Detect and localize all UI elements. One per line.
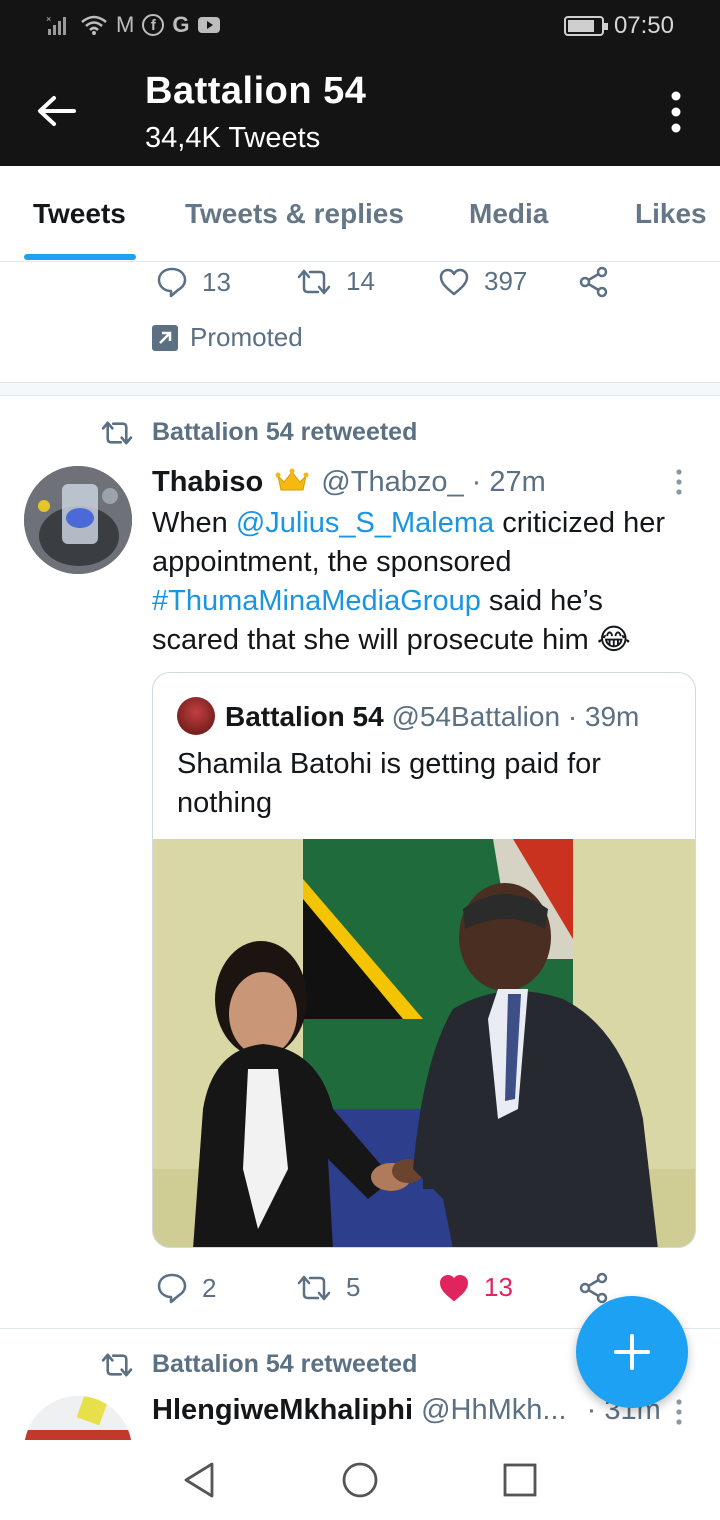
promoted-label: Promoted <box>152 322 303 353</box>
retweeted-by-text: Battalion 54 retweeted <box>152 418 418 446</box>
plus-icon <box>614 1334 650 1370</box>
like-count: 13 <box>484 1272 513 1302</box>
signal-icon: × <box>46 14 66 35</box>
tweet-time: · 27m <box>471 466 546 498</box>
promoted-text: Promoted <box>190 322 303 352</box>
quoted-avatar <box>177 697 215 735</box>
retweet-icon <box>297 1275 331 1300</box>
hashtag-link[interactable]: #ThumaMinaMediaGroup <box>152 585 481 617</box>
display-name[interactable]: Thabiso <box>152 466 263 498</box>
battery-icon <box>563 16 608 36</box>
retweet-indicator-icon <box>101 420 133 445</box>
tweet-text: When @Julius_S_Malema criticized her app… <box>152 504 697 660</box>
profile-tabs: Tweets Tweets & replies Media Likes <box>0 166 720 262</box>
gmail-icon: M <box>116 12 135 37</box>
active-tab-indicator <box>24 254 136 260</box>
quoted-tweet-text: Shamila Batohi is getting paid for nothi… <box>177 748 601 819</box>
retweet-count: 14 <box>346 266 375 296</box>
like-count: 397 <box>484 266 528 296</box>
tweet-separator <box>0 382 720 396</box>
nav-home-icon[interactable] <box>340 1460 380 1500</box>
share-button[interactable] <box>578 1272 610 1304</box>
share-icon <box>579 1272 608 1304</box>
retweeted-by-line: Battalion 54 retweeted <box>100 418 417 447</box>
wifi-icon <box>81 15 107 35</box>
nav-recents-icon[interactable] <box>500 1460 540 1500</box>
retweeted-by-line: Battalion 54 retweeted <box>100 1350 417 1379</box>
reply-button[interactable]: 2 <box>156 1272 216 1304</box>
retweet-icon <box>297 269 331 294</box>
nav-back-icon[interactable] <box>180 1460 220 1500</box>
tweet-menu-icon[interactable] <box>674 468 684 496</box>
tweet-header: HlengiweMkhaliphi @HhMkh... · 31m <box>152 1394 661 1427</box>
reply-count: 13 <box>202 266 231 297</box>
retweet-button[interactable]: 14 <box>296 266 375 297</box>
like-button[interactable]: 13 <box>438 1272 513 1303</box>
reply-button[interactable]: 13 <box>156 266 231 298</box>
reply-icon <box>157 1273 187 1304</box>
quoted-tweet[interactable]: Battalion 54 @54Battalion · 39m Shamila … <box>152 672 696 1248</box>
status-icons-right: 07:50 <box>563 12 674 40</box>
status-time: 07:50 <box>613 12 674 39</box>
google-icon: G <box>172 12 190 37</box>
quoted-handle: @54Battalion <box>391 701 561 732</box>
quoted-tweet-photo[interactable] <box>153 839 696 1248</box>
tab-tweets-replies[interactable]: Tweets & replies <box>185 198 404 230</box>
status-icons-left: × M f G <box>46 12 221 38</box>
quoted-time: · 39m <box>567 701 640 732</box>
share-icon <box>579 266 608 298</box>
back-arrow-icon[interactable] <box>32 86 82 136</box>
quoted-tweet-header: Battalion 54 @54Battalion · 39m <box>177 697 639 735</box>
page-title: Battalion 54 <box>145 70 367 112</box>
tab-media[interactable]: Media <box>469 198 548 230</box>
reply-icon <box>157 267 187 298</box>
profile-header: Battalion 54 34,4K Tweets <box>0 56 720 166</box>
avatar[interactable] <box>24 466 132 574</box>
svg-text:×: × <box>46 14 51 24</box>
retweet-count: 5 <box>346 1272 361 1302</box>
share-button[interactable] <box>578 266 610 298</box>
tweet-menu-icon[interactable] <box>674 1398 684 1426</box>
heart-filled-icon <box>440 1274 468 1301</box>
retweet-button[interactable]: 5 <box>296 1272 360 1303</box>
more-options-icon[interactable] <box>666 90 686 134</box>
handle[interactable]: @HhMkh... <box>421 1394 566 1426</box>
tweet-text-prefix: When <box>152 507 236 539</box>
retweeted-by-text: Battalion 54 retweeted <box>152 1350 418 1378</box>
tweet-header: Thabiso @Thabzo_ · 27m <box>152 466 546 499</box>
compose-tweet-button[interactable] <box>576 1296 688 1408</box>
system-navigation-bar <box>0 1440 720 1520</box>
mention-link[interactable]: @Julius_S_Malema <box>236 507 494 539</box>
retweet-indicator-icon <box>101 1352 133 1377</box>
quoted-display-name: Battalion 54 <box>225 701 384 732</box>
youtube-icon <box>198 17 221 33</box>
display-name[interactable]: HlengiweMkhaliphi <box>152 1394 413 1426</box>
tab-likes[interactable]: Likes <box>635 198 707 230</box>
crown-emoji-icon <box>275 468 309 491</box>
heart-icon <box>439 268 469 295</box>
promoted-icon <box>152 324 178 351</box>
status-bar: × M f G 07:50 <box>0 0 720 56</box>
reply-count: 2 <box>202 1272 217 1303</box>
tab-tweets[interactable]: Tweets <box>33 198 126 230</box>
handle[interactable]: @Thabzo_ <box>321 466 463 498</box>
like-button[interactable]: 397 <box>438 266 527 297</box>
facebook-icon: f <box>142 14 165 36</box>
tweet-count: 34,4K Tweets <box>145 122 321 154</box>
